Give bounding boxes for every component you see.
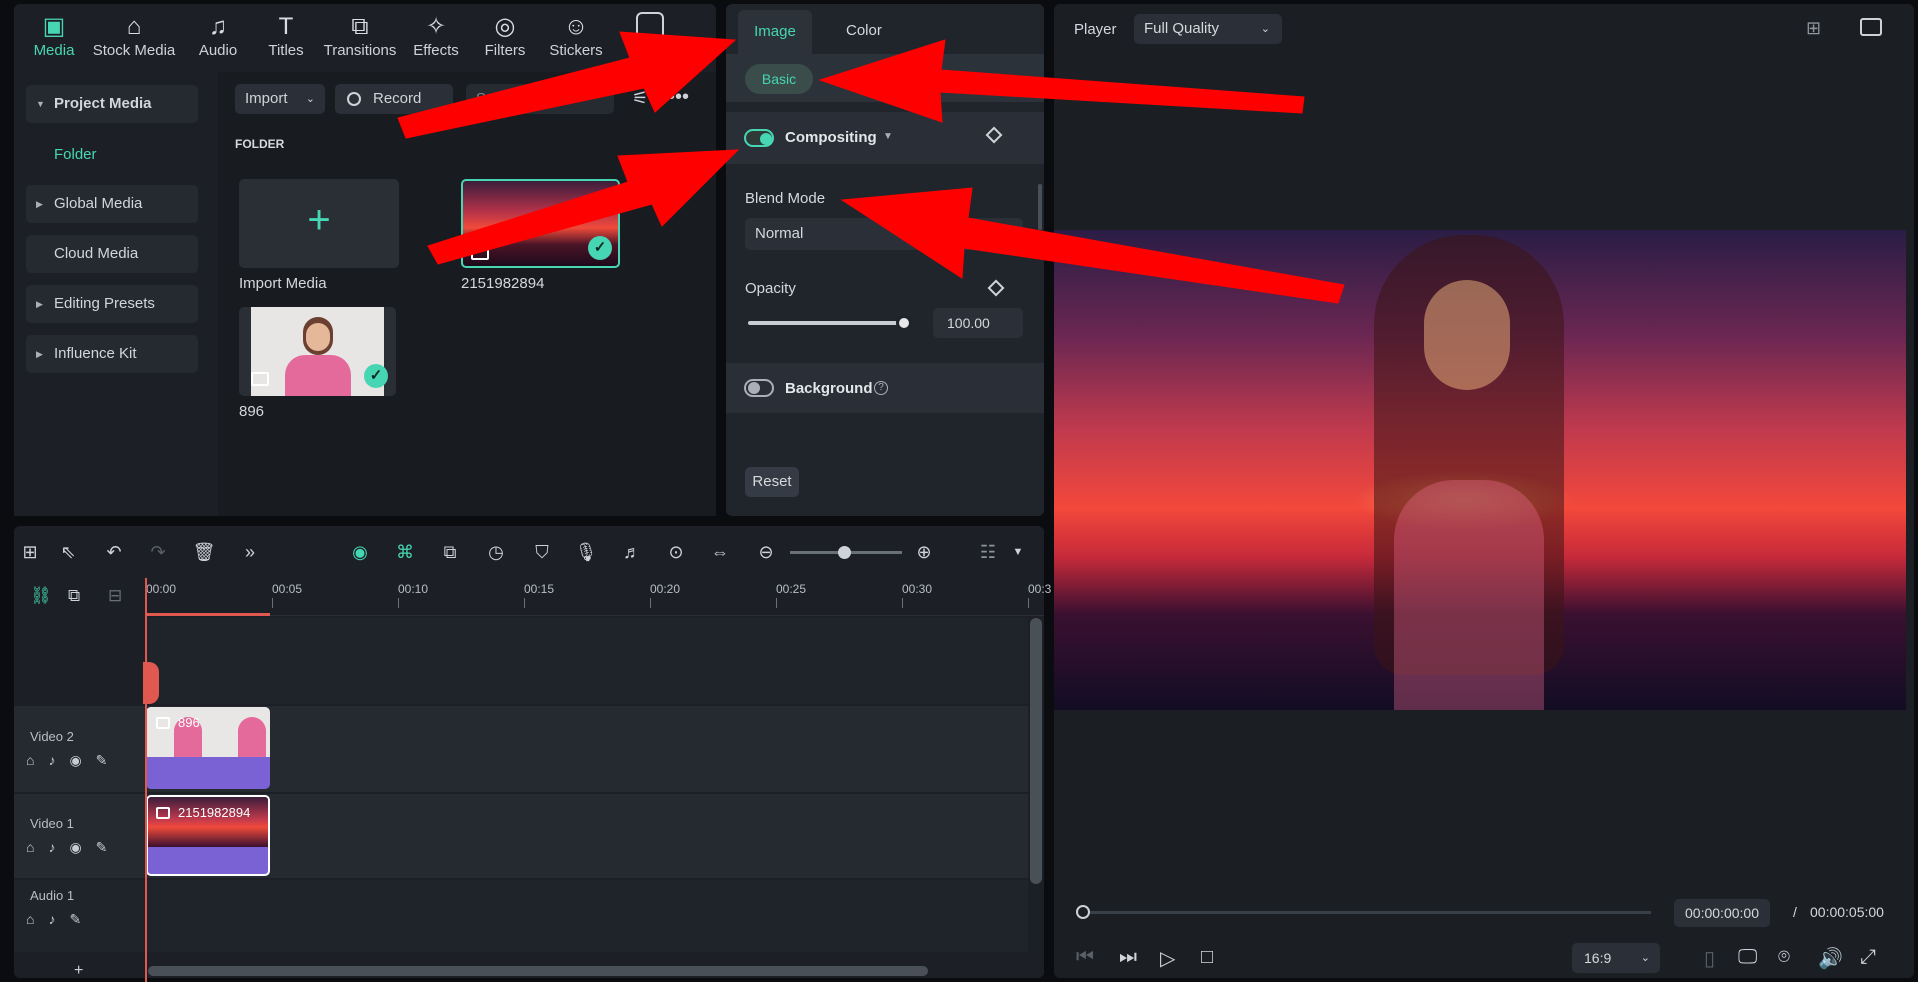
arrow-to-image-tab	[397, 31, 737, 139]
arrow-to-basic-subtab	[818, 39, 1305, 123]
annotation-arrows	[397, 31, 1345, 304]
arrow-to-compositing	[427, 149, 740, 265]
arrow-to-blend-mode	[840, 187, 1345, 304]
